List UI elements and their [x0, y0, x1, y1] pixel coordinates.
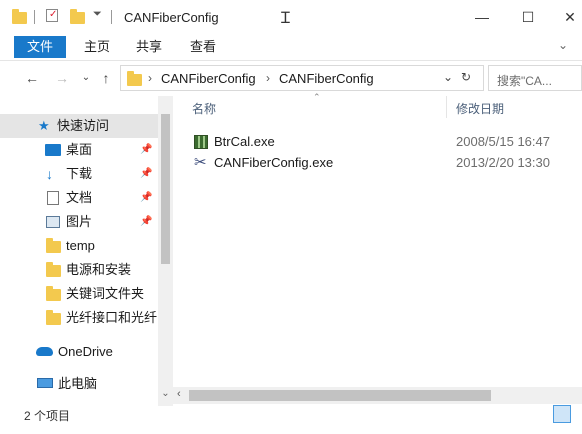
horizontal-scrollbar[interactable]: ‹: [173, 387, 582, 404]
chevron-right-icon: ›: [266, 71, 270, 85]
sort-ascending-icon: ⌃: [313, 92, 321, 102]
tab-view[interactable]: 查看: [190, 36, 216, 58]
new-folder-icon[interactable]: [70, 9, 85, 24]
search-placeholder: 搜索"CA...: [497, 74, 552, 88]
sidebar-item-label: temp: [66, 238, 95, 253]
sidebar-item-label: 图片: [66, 214, 93, 229]
column-header-name[interactable]: 名称: [192, 100, 216, 117]
document-icon: [47, 191, 59, 205]
scroll-down-arrow[interactable]: ⌄: [158, 388, 173, 399]
sidebar-item-fiber[interactable]: 光纤接口和光纤: [0, 306, 158, 330]
desktop-icon: [45, 144, 61, 156]
properties-icon[interactable]: ✓: [46, 9, 58, 22]
tab-home[interactable]: 主页: [84, 36, 110, 58]
sidebar-item-downloads[interactable]: ↓ 下载 📌: [0, 162, 158, 186]
file-row[interactable]: ✂ CANFiberConfig.exe 2013/2/20 13:30: [192, 152, 567, 174]
star-icon: ★: [38, 118, 50, 133]
folder-icon: [46, 286, 61, 301]
pin-icon[interactable]: 📌: [140, 210, 152, 234]
folder-icon: [46, 238, 61, 253]
forward-button[interactable]: →: [52, 68, 72, 88]
sidebar-item-temp[interactable]: temp: [0, 234, 158, 258]
sidebar-item-onedrive[interactable]: OneDrive: [0, 340, 158, 364]
scrollbar-thumb[interactable]: [189, 390, 491, 401]
details-view-icon[interactable]: [553, 405, 571, 423]
sidebar-item-label: 下载: [66, 166, 93, 181]
picture-icon: [46, 216, 60, 228]
maximize-button[interactable]: ☐: [514, 4, 542, 30]
cloud-icon: [36, 347, 53, 356]
window-title: CANFiberConfig: [124, 10, 219, 25]
separator: [111, 10, 112, 24]
address-dropdown-icon[interactable]: ⌄: [443, 70, 453, 84]
sidebar-item-desktop[interactable]: 桌面 📌: [0, 138, 158, 162]
pin-icon[interactable]: 📌: [140, 162, 152, 186]
sidebar-item-label: OneDrive: [58, 344, 113, 359]
breadcrumb-item[interactable]: CANFiberConfig: [161, 71, 256, 86]
folder-icon: [46, 262, 61, 277]
back-button[interactable]: ←: [22, 68, 42, 88]
scroll-left-arrow[interactable]: ‹: [177, 388, 181, 400]
search-input[interactable]: 搜索"CA...: [488, 65, 582, 91]
sidebar-item-pictures[interactable]: 图片 📌: [0, 210, 158, 234]
sidebar-item-quick-access[interactable]: ★ 快速访问: [0, 114, 158, 138]
address-bar[interactable]: › CANFiberConfig › CANFiberConfig ⌄ ↻: [120, 65, 484, 91]
chevron-right-icon: ›: [148, 71, 152, 85]
status-item-count: 2 个项目: [24, 409, 71, 423]
folder-icon: [127, 71, 142, 86]
sidebar-item-keywords[interactable]: 关键词文件夹: [0, 282, 158, 306]
pin-icon[interactable]: 📌: [140, 138, 152, 162]
exe-tools-icon: ✂: [194, 154, 207, 171]
breadcrumb-item[interactable]: CANFiberConfig: [279, 71, 374, 86]
sidebar-item-power[interactable]: 电源和安装: [0, 258, 158, 282]
file-name: BtrCal.exe: [214, 134, 275, 149]
up-button[interactable]: ↑: [96, 68, 116, 88]
file-name: CANFiberConfig.exe: [214, 155, 334, 170]
recent-dropdown-icon[interactable]: ⌄: [76, 68, 96, 88]
scrollbar-thumb[interactable]: [161, 114, 170, 264]
sidebar-item-label: 快速访问: [57, 118, 110, 133]
sidebar-item-documents[interactable]: 文档 📌: [0, 186, 158, 210]
pin-icon[interactable]: 📌: [140, 186, 152, 210]
sidebar-item-this-pc[interactable]: 此电脑: [0, 372, 158, 396]
separator: [34, 10, 35, 24]
tab-file[interactable]: 文件: [14, 36, 66, 58]
download-icon: ↓: [46, 166, 53, 182]
computer-icon: [37, 378, 53, 388]
file-row[interactable]: BtrCal.exe 2008/5/15 16:47: [192, 131, 567, 153]
ribbon-expand-icon[interactable]: ⌄: [558, 38, 568, 52]
minimize-button[interactable]: —: [468, 4, 496, 30]
folder-icon: [12, 9, 27, 24]
close-button[interactable]: ✕: [556, 4, 582, 30]
tab-share[interactable]: 共享: [136, 36, 162, 58]
sidebar-item-label: 桌面: [66, 142, 93, 157]
column-header-modified[interactable]: 修改日期: [456, 100, 504, 117]
refresh-icon[interactable]: ↻: [461, 70, 471, 84]
sidebar-item-label: 电源和安装: [66, 262, 132, 277]
sidebar-item-label: 文档: [66, 190, 93, 205]
text-cursor-icon: Ɪ: [281, 10, 290, 27]
file-modified: 2013/2/20 13:30: [456, 155, 550, 170]
sidebar-item-label: 光纤接口和光纤: [66, 310, 158, 325]
sidebar-item-label: 关键词文件夹: [66, 286, 145, 301]
folder-icon: [46, 310, 61, 325]
exe-grid-icon: [194, 135, 208, 149]
sidebar-item-label: 此电脑: [58, 376, 98, 391]
sidebar-scrollbar[interactable]: [158, 96, 173, 406]
column-divider[interactable]: [446, 96, 447, 118]
file-modified: 2008/5/15 16:47: [456, 134, 550, 149]
qat-dropdown-icon[interactable]: ⏷: [93, 8, 102, 21]
